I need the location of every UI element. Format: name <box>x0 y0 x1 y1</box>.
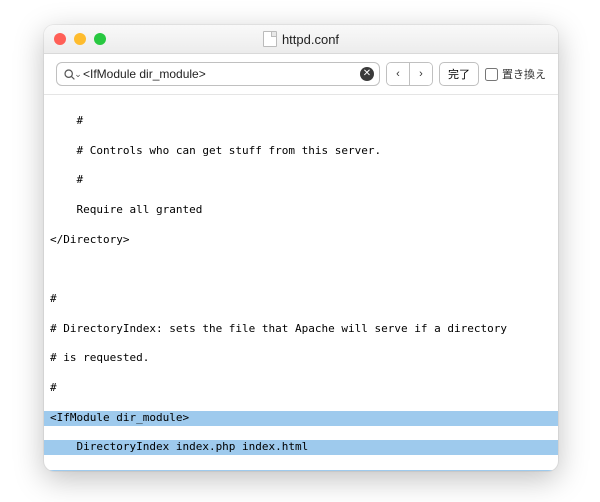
code-line-selected: DirectoryIndex index.php index.html <box>44 440 558 455</box>
window-controls <box>54 33 106 45</box>
code-line-selected: <IfModule dir_module> <box>44 411 558 426</box>
code-line: # <box>44 381 558 396</box>
titlebar: httpd.conf <box>44 25 558 54</box>
find-nav-group: ‹ › <box>386 62 433 86</box>
done-button[interactable]: 完了 <box>439 62 479 86</box>
find-toolbar: ⌄ ✕ ‹ › 完了 置き換え <box>44 54 558 95</box>
code-line: # is requested. <box>44 351 558 366</box>
search-scope-dropdown-icon[interactable]: ⌄ <box>74 69 82 80</box>
editor-area[interactable]: # # Controls who can get stuff from this… <box>44 95 558 471</box>
code-line: Require all granted <box>44 203 558 218</box>
code-line-selected: </IfModule> <box>44 470 558 471</box>
code-line <box>44 262 558 277</box>
find-previous-button[interactable]: ‹ <box>387 63 410 85</box>
code-line: # Controls who can get stuff from this s… <box>44 144 558 159</box>
close-icon[interactable] <box>54 33 66 45</box>
code-line: # <box>44 292 558 307</box>
maximize-icon[interactable] <box>94 33 106 45</box>
replace-label: 置き換え <box>502 66 546 82</box>
document-icon <box>263 31 277 47</box>
replace-checkbox[interactable] <box>485 68 498 81</box>
minimize-icon[interactable] <box>74 33 86 45</box>
code-line: # <box>44 114 558 129</box>
replace-toggle[interactable]: 置き換え <box>485 66 546 82</box>
window-title: httpd.conf <box>44 31 558 47</box>
editor-window: httpd.conf ⌄ ✕ ‹ › 完了 置き換え # # Controls … <box>44 25 558 471</box>
clear-search-button[interactable]: ✕ <box>360 67 374 81</box>
search-field-wrap[interactable]: ⌄ ✕ <box>56 62 380 86</box>
filename-label: httpd.conf <box>282 32 339 47</box>
code-line: # DirectoryIndex: sets the file that Apa… <box>44 322 558 337</box>
code-line: </Directory> <box>44 233 558 248</box>
search-input[interactable] <box>81 66 355 82</box>
find-next-button[interactable]: › <box>410 63 432 85</box>
code-line: # <box>44 173 558 188</box>
